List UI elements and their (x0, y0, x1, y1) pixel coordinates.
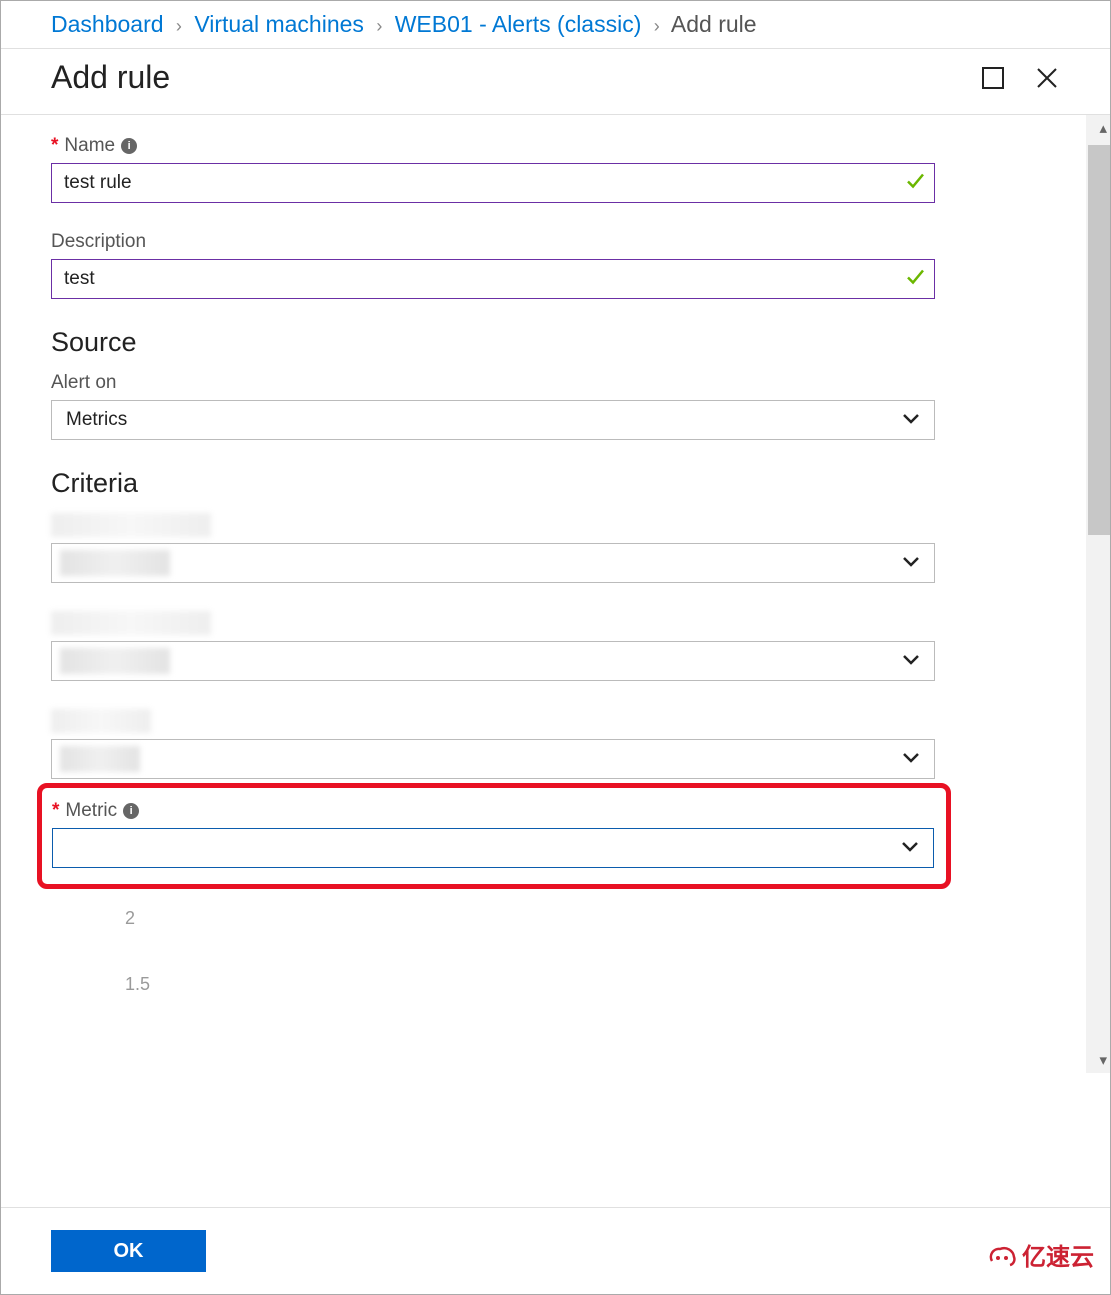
checkmark-icon (905, 267, 925, 292)
source-heading: Source (51, 327, 1060, 358)
metric-label: Metric (65, 800, 117, 822)
maximize-icon[interactable] (980, 65, 1006, 91)
chart-tick-1-5: 1.5 (51, 975, 1060, 993)
metric-select[interactable] (52, 828, 934, 868)
criteria-value-redacted (60, 746, 140, 772)
page-title: Add rule (51, 59, 952, 96)
criteria-heading: Criteria (51, 468, 1060, 499)
info-icon[interactable]: i (121, 138, 137, 154)
required-marker: * (52, 800, 59, 822)
breadcrumb: Dashboard › Virtual machines › WEB01 - A… (1, 1, 1110, 49)
chart-tick-2: 2 (51, 909, 1060, 927)
scroll-up-icon[interactable]: ▴ (1099, 119, 1107, 137)
watermark: 亿速云 (986, 1237, 1094, 1272)
name-label: Name (64, 135, 115, 157)
chevron-right-icon: › (376, 16, 382, 36)
criteria-value-redacted (60, 648, 170, 674)
ok-button[interactable]: OK (51, 1230, 206, 1272)
chevron-down-icon (901, 837, 919, 859)
chevron-down-icon (902, 409, 920, 431)
criteria-label-redacted (51, 709, 151, 733)
info-icon[interactable]: i (123, 803, 139, 819)
breadcrumb-alerts[interactable]: WEB01 - Alerts (classic) (395, 11, 642, 37)
criteria-label-redacted (51, 513, 211, 537)
criteria-select-3[interactable] (51, 739, 935, 779)
page-header: Add rule (1, 49, 1110, 115)
metric-highlight: * Metric i (37, 783, 951, 889)
scrollbar-thumb[interactable] (1088, 145, 1110, 535)
description-input[interactable] (51, 259, 935, 299)
criteria-label-redacted (51, 611, 211, 635)
footer: OK (1, 1207, 1110, 1294)
scrollbar[interactable]: ▴ ▾ (1086, 115, 1110, 1073)
chevron-down-icon (902, 552, 920, 574)
alert-on-label: Alert on (51, 372, 116, 394)
chevron-right-icon: › (654, 16, 660, 36)
name-input[interactable] (51, 163, 935, 203)
breadcrumb-dashboard[interactable]: Dashboard (51, 11, 164, 37)
scroll-down-icon[interactable]: ▾ (1099, 1051, 1107, 1069)
criteria-select-2[interactable] (51, 641, 935, 681)
checkmark-icon (905, 171, 925, 196)
criteria-value-redacted (60, 550, 170, 576)
required-marker: * (51, 135, 58, 157)
description-label: Description (51, 231, 146, 253)
chevron-right-icon: › (176, 16, 182, 36)
chevron-down-icon (902, 650, 920, 672)
alert-on-value: Metrics (66, 409, 127, 431)
chevron-down-icon (902, 748, 920, 770)
close-icon[interactable] (1034, 65, 1060, 91)
alert-on-select[interactable]: Metrics (51, 400, 935, 440)
criteria-select-1[interactable] (51, 543, 935, 583)
breadcrumb-vms[interactable]: Virtual machines (194, 11, 364, 37)
breadcrumb-current: Add rule (671, 11, 757, 37)
